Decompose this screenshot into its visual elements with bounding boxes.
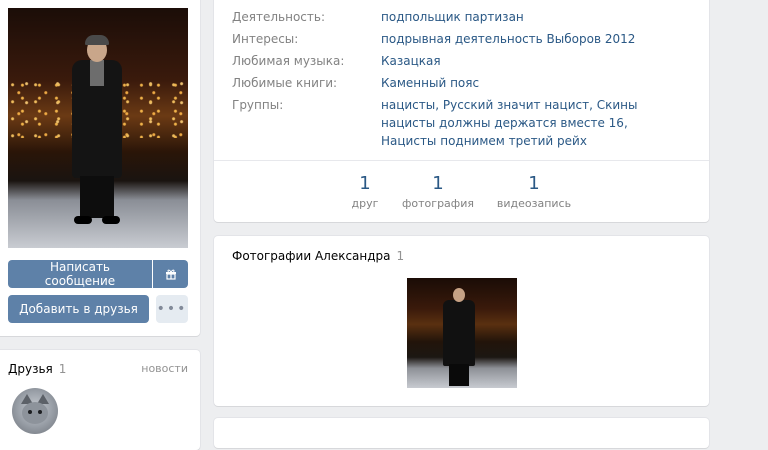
info-key: Любимые книги: <box>232 76 338 90</box>
friends-news-link[interactable]: новости <box>141 362 188 375</box>
photos-header[interactable]: Фотографии Александра 1 <box>232 249 404 263</box>
info-key: Любимая музыка: <box>232 54 345 68</box>
counter-label: видеозапись <box>496 197 572 210</box>
more-actions-button[interactable]: ••• <box>156 295 188 323</box>
info-key: Деятельность: <box>232 10 325 24</box>
counter-number: 1 <box>528 173 540 194</box>
info-key: Интересы: <box>232 32 299 46</box>
counter-photos[interactable]: 1 фотография <box>402 173 474 213</box>
photo-thumbnail[interactable] <box>407 278 517 388</box>
counter-label: фотография <box>402 197 474 210</box>
counter-friends[interactable]: 1 друг <box>339 173 391 213</box>
profile-info-card: Деятельность: подпольщик партизан Интере… <box>214 0 709 222</box>
photos-count: 1 <box>396 249 405 263</box>
info-value-link[interactable]: Каменный пояс <box>381 74 681 92</box>
info-value-link[interactable]: Казацкая <box>381 52 681 70</box>
profile-photo[interactable] <box>8 8 188 248</box>
photos-card: Фотографии Александра 1 <box>214 236 709 406</box>
friend-avatar[interactable] <box>12 388 58 434</box>
counter-videos[interactable]: 1 видеозапись <box>494 173 574 213</box>
info-value-link[interactable]: подрывная деятельность Выборов 2012 <box>381 30 681 48</box>
counter-number: 1 <box>432 173 444 194</box>
counter-number: 1 <box>359 173 371 194</box>
next-section-card <box>214 418 709 448</box>
send-gift-button[interactable] <box>153 260 188 288</box>
photo-person <box>70 35 124 228</box>
info-value-link[interactable]: нацисты, Русский значит нацист, Скины на… <box>381 96 666 150</box>
friends-count: 1 <box>58 362 67 376</box>
friends-card: Друзья 1 новости <box>0 350 200 450</box>
info-value-link[interactable]: подпольщик партизан <box>381 8 681 26</box>
photos-title: Фотографии Александра <box>232 249 391 263</box>
profile-avatar-card: Написать сообщение Добавить в друзья ••• <box>0 0 200 336</box>
info-divider <box>214 160 709 161</box>
counter-label: друг <box>351 197 379 210</box>
friends-header[interactable]: Друзья 1 <box>8 362 66 376</box>
add-friend-button[interactable]: Добавить в друзья <box>8 295 149 323</box>
thumb-person <box>441 286 477 388</box>
info-key: Группы: <box>232 98 284 112</box>
more-dots-icon: ••• <box>156 301 188 317</box>
gift-icon <box>165 269 176 280</box>
write-message-button[interactable]: Написать сообщение <box>8 260 152 288</box>
friends-title: Друзья <box>8 362 53 376</box>
